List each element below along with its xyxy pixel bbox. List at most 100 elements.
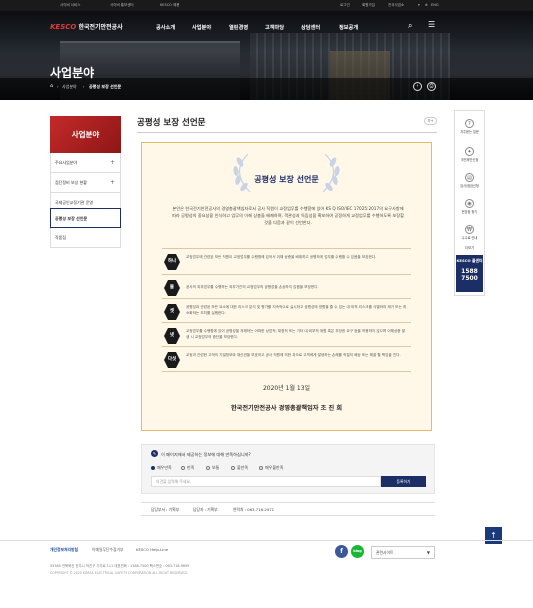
blog-icon[interactable]: blog	[351, 545, 364, 558]
quick-item-inspection[interactable]: ▤ 검사/점검신청	[455, 173, 484, 188]
breadcrumb-bar	[0, 78, 533, 100]
survey-icon: ✎	[151, 450, 158, 457]
nav-item-management[interactable]: 열린경영	[229, 24, 248, 31]
page-title: 공평성 보장 선언문	[137, 118, 206, 128]
arrow-up-icon: ↑	[490, 531, 497, 540]
menu-icon[interactable]: ☰	[428, 20, 435, 29]
declaration-intro: 본인은 한국전기안전공사의 경영총괄책임자로서 공사 직원이 교정업무를 수행함…	[172, 206, 404, 226]
quick-item-label: 수수료 안내	[461, 236, 478, 240]
radio-icon	[231, 465, 235, 470]
call-number-2: 7500	[461, 275, 478, 282]
manager-dept: 담당부서 : 기획부	[151, 507, 180, 512]
util-link-login[interactable]: 로그인	[340, 3, 350, 8]
survey-question: 이 페이지에서 제공하는 정보에 대해 만족하십니까?	[161, 452, 251, 457]
declaration-title: 공평성 보장 선언문	[254, 175, 319, 184]
nav-item-counsel[interactable]: 상담센터	[301, 24, 320, 31]
row-number-badge: 둘	[164, 280, 180, 296]
row-number-badge: 다섯	[164, 352, 180, 368]
row-text: 교정업무에 관련된 모든 직원이 교정업무를 수행함에 있어서 이해 상충을 배…	[186, 255, 377, 259]
share-icon[interactable]: ‹	[413, 82, 422, 91]
nav-item-disclosure[interactable]: 정보공개	[339, 24, 358, 31]
radio-icon	[151, 465, 155, 470]
sidebar-item-main-business[interactable]: 주요사업분야 +	[50, 153, 121, 173]
util-link-join[interactable]: 회원가입	[362, 3, 375, 8]
sidebar-item-label: 작품집	[55, 235, 67, 240]
sidebar-item-label: 국제공인교정기관 운영	[55, 200, 94, 205]
nav-item-business[interactable]: 사업분야	[192, 24, 211, 31]
sidebar-item-reward-status[interactable]: 점단정비 보상 현황 +	[50, 173, 121, 193]
survey-option-neutral[interactable]: 보통	[206, 465, 219, 471]
sidebar-item-works[interactable]: 작품집	[50, 228, 121, 248]
footer-address: 55365 전북혁신 전주시 덕진구 기지로 111 대표전화 : 1588-7…	[50, 564, 190, 568]
font-size-button[interactable]: 가+	[424, 117, 437, 125]
sidebar-item-label: 주요사업분야	[55, 160, 78, 165]
related-sites-select[interactable]: 관련사이트 ▼	[371, 546, 435, 559]
print-icon[interactable]: ⎙	[427, 82, 436, 91]
radio-label: 불만족	[237, 465, 249, 470]
footer-link-email-refusal[interactable]: 이메일무단수집거부	[92, 547, 123, 553]
caret-down-icon: ▼	[426, 550, 430, 555]
sidebar-item-impartiality[interactable]: 공평성 보장 선언문	[50, 208, 121, 228]
quick-item-faq[interactable]: ? 자주묻는 질문	[455, 119, 484, 134]
row-number-badge: 하나	[164, 254, 180, 270]
breadcrumb-item[interactable]: 사업분야	[62, 84, 77, 90]
util-link-promo[interactable]: 사이버 홍보센터	[110, 3, 134, 8]
radio-icon	[181, 465, 185, 470]
sidebar-item-label: 점단정비 보상 현황	[55, 180, 87, 185]
nav-item-about[interactable]: 공사소개	[156, 24, 175, 31]
expand-plus-icon[interactable]: +	[110, 153, 115, 172]
scroll-top-button[interactable]: ↑	[485, 527, 502, 544]
logo-text: 한국전기안전공사	[78, 24, 123, 31]
clipboard-icon: ▤	[465, 173, 474, 182]
row-text: 공사의 외부업무를 수행하는 외부기관의 교정업무의 공평성을 손상하지 않음을…	[186, 285, 319, 289]
quick-item-office-finder[interactable]: ◉ 현장점 찾기	[455, 199, 484, 214]
call-center-banner[interactable]: KESCO 콜센터 1588 7500	[456, 255, 483, 292]
logo-mark: KESCO	[50, 23, 77, 31]
footer-link-privacy[interactable]: 개인정보처리방침	[50, 547, 78, 553]
row-text: 공평성과 관련된 모든 요소에 대한 리스크 분석 및 평가를 지속적으로 실시…	[186, 305, 407, 315]
util-link-branches[interactable]: 전국사업소	[388, 3, 404, 8]
survey-comment-input[interactable]: 의견을 입력해 주세요.	[151, 476, 381, 487]
question-icon: ?	[465, 119, 474, 128]
row-text: 교정과 관련한 고객의 기밀정보와 재산권을 보호하고 공사 직원에 의한 과오…	[186, 353, 401, 357]
quick-more-button[interactable]: 더보기	[455, 245, 484, 250]
quick-item-fee[interactable]: ₩ 수수료 안내	[455, 225, 484, 240]
radio-icon	[259, 465, 263, 470]
utility-bar: 사이버 서비스 사이버 홍보센터 KESCO 채용 로그인 회원가입 전국사업소…	[0, 0, 533, 11]
expand-plus-icon[interactable]: +	[110, 173, 115, 192]
quick-item-proposal[interactable]: ✦ 국민제안신청	[455, 147, 484, 162]
util-link-lang[interactable]: ENG	[431, 3, 439, 7]
row-number-badge: 넷	[164, 328, 180, 344]
footer-divider	[0, 540, 533, 541]
home-icon[interactable]: ⌂	[50, 83, 53, 89]
survey-option-dissatisfied[interactable]: 불만족	[231, 465, 248, 471]
quick-item-label: 현장점 찾기	[461, 210, 478, 214]
survey-option-very-satisfied[interactable]: 매우만족	[151, 465, 172, 471]
survey-option-very-dissatisfied[interactable]: 매우불만족	[259, 465, 283, 471]
util-link-cyber[interactable]: 사이버 서비스	[60, 3, 80, 8]
row-number-badge: 셋	[164, 304, 180, 320]
breadcrumb-separator-icon: ›	[57, 84, 59, 89]
radio-label: 매우불만족	[265, 465, 284, 470]
survey-submit-button[interactable]: 등록하기	[381, 476, 426, 487]
site-logo[interactable]: KESCO 한국전기안전공사	[50, 22, 123, 31]
footer-link-helpline[interactable]: KESCO Help-Line	[136, 547, 168, 552]
facebook-icon[interactable]: f	[335, 545, 348, 558]
search-icon[interactable]: ⌕	[408, 21, 412, 31]
radio-label: 보통	[212, 465, 220, 470]
declaration-signature: 한국전기안전공사 경영총괄책임자 조 진 희	[230, 405, 343, 412]
quick-item-label: 자주묻는 질문	[460, 130, 479, 134]
declaration-row: 하나 교정업무에 관련된 모든 직원이 교정업무를 수행함에 있어서 이해 상충…	[162, 248, 411, 274]
util-dropdown-icon[interactable]: ▾	[418, 3, 420, 7]
row-text: 교정업무를 수행함에 있어 공평성을 저해하는 어떠한 상업적, 재정적 또는 …	[186, 329, 406, 339]
won-icon: ₩	[465, 225, 474, 234]
nav-item-customer[interactable]: 고객마당	[265, 24, 284, 31]
sidebar-title: 사업분야	[50, 116, 121, 153]
location-icon: ◉	[465, 199, 474, 208]
util-link-recruit[interactable]: KESCO 채용	[160, 3, 179, 8]
page-manager-info: 담당부서 : 기획부 담당자 : 기획부 연락처 : 063-716-2071	[141, 502, 435, 516]
declaration-row: 셋 공평성과 관련된 모든 요소에 대한 리스크 분석 및 평가를 지속적으로 …	[162, 298, 411, 324]
survey-option-satisfied[interactable]: 만족	[181, 465, 194, 471]
related-sites-label: 관련사이트	[376, 550, 394, 555]
manager-phone: 연락처 : 063-716-2071	[233, 507, 275, 512]
